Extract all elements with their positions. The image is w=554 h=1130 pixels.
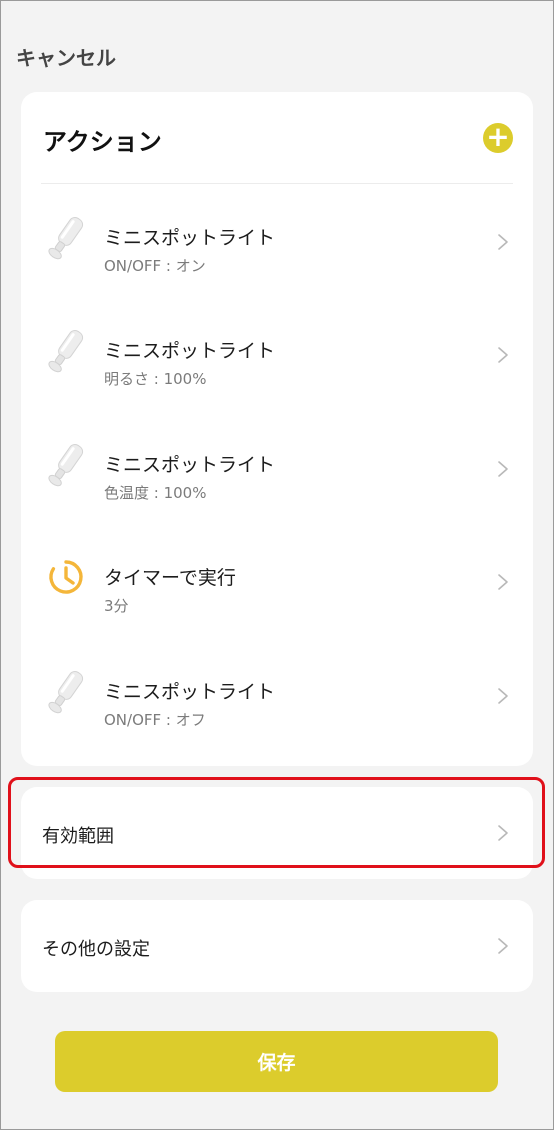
action-list-item[interactable]: ミニスポットライト ON/OFF : オン (21, 185, 533, 298)
action-item-name: ミニスポットライト (104, 340, 276, 363)
action-item-name: ミニスポットライト (104, 680, 276, 703)
action-title: アクション (43, 128, 162, 156)
action-item-name: ミニスポットライト (104, 453, 276, 476)
effective-range-row[interactable]: 有効範囲 (21, 787, 533, 879)
spotlight-icon (47, 665, 85, 719)
action-list: ミニスポットライト ON/OFF : オン ミニスポットライト 明るさ : 10… (21, 185, 533, 752)
add-action-button[interactable]: + (483, 123, 513, 153)
action-item-detail: 3分 (104, 597, 129, 616)
chevron-right-icon (498, 825, 508, 841)
action-list-item[interactable]: ミニスポットライト 明るさ : 100% (21, 298, 533, 411)
cancel-button[interactable]: キャンセル (16, 42, 116, 71)
timer-icon (47, 551, 85, 605)
save-button[interactable]: 保存 (55, 1031, 498, 1092)
action-header: アクション + (41, 92, 513, 184)
chevron-right-icon (498, 347, 508, 364)
action-list-item[interactable]: ミニスポットライト ON/OFF : オフ (21, 639, 533, 752)
chevron-right-icon (498, 687, 508, 704)
plus-icon: + (486, 120, 510, 153)
other-settings-row[interactable]: その他の設定 (21, 900, 533, 992)
chevron-right-icon (498, 460, 508, 477)
chevron-right-icon (498, 234, 508, 250)
action-item-detail: ON/OFF : オン (104, 257, 206, 275)
other-settings-label: その他の設定 (42, 939, 150, 960)
action-item-detail: 色温度 : 100% (104, 483, 207, 502)
action-list-item[interactable]: タイマーで実行 3分 (21, 525, 533, 638)
action-item-name: ミニスポットライト (104, 227, 276, 249)
chevron-right-icon (498, 938, 508, 954)
spotlight-icon (47, 438, 85, 492)
spotlight-icon (47, 324, 85, 378)
action-item-detail: ON/OFF : オフ (104, 710, 206, 729)
spotlight-icon (47, 211, 85, 265)
action-card: アクション + ミニスポットライト ON/OFF : オン ミニスポットライト … (21, 92, 533, 766)
action-item-detail: 明るさ : 100% (104, 370, 207, 389)
effective-range-label: 有効範囲 (42, 826, 114, 847)
action-item-name: タイマーで実行 (104, 567, 236, 590)
chevron-right-icon (498, 574, 508, 590)
action-list-item[interactable]: ミニスポットライト 色温度 : 100% (21, 412, 533, 525)
